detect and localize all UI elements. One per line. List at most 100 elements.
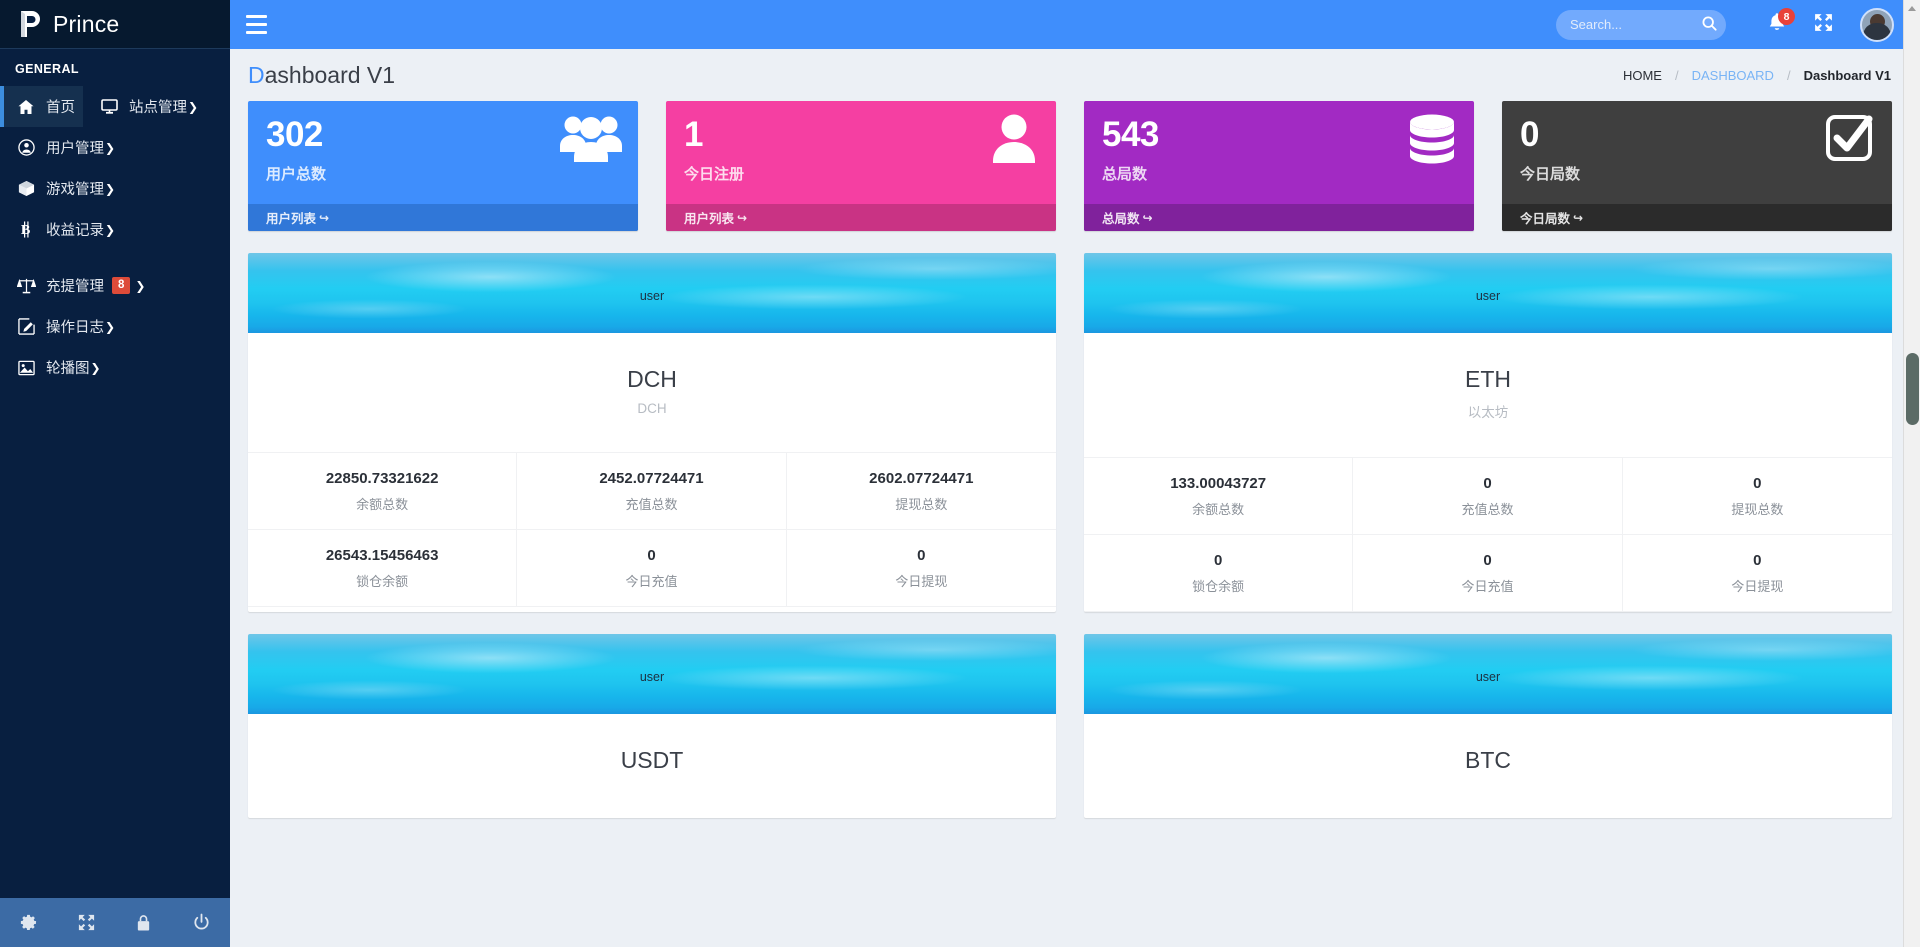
coin-banner-label: user <box>639 289 665 303</box>
coin-stat-label: 锁仓余额 <box>356 574 409 589</box>
search-input[interactable] <box>1556 9 1726 40</box>
stat-card-footer-link[interactable]: 今日局数 ↪ <box>1502 204 1892 231</box>
scroll-up-arrow[interactable] <box>1904 0 1920 17</box>
sidebar-item-revenue-records[interactable]: B 收益记录 ❯ <box>0 209 123 250</box>
coin-stat-cell: 0 今日充值 <box>1353 535 1623 612</box>
stat-card-footer-link[interactable]: 总局数 ↪ <box>1084 204 1474 231</box>
header-right-tools: 8 <box>1556 0 1920 49</box>
fullscreen-toggle-button[interactable] <box>1800 0 1846 49</box>
coin-stat-value: 0 <box>1753 552 1762 569</box>
stat-card-footer-link[interactable]: 用户列表 ↪ <box>248 204 638 231</box>
coin-cards-row-2: user USDT user BTC <box>230 612 1920 818</box>
sidebar-item-label: 操作日志 <box>46 320 104 336</box>
coin-stat-cell: 0 充值总数 <box>1353 458 1623 535</box>
coin-stat-cell: 0 今日提现 <box>786 530 1056 607</box>
breadcrumb-separator: / <box>1674 67 1679 83</box>
sidebar-item-carousel[interactable]: 轮播图 ❯ <box>0 347 109 388</box>
sidebar-item-game-management[interactable]: 游戏管理 ❯ <box>0 168 123 209</box>
user-circle-icon <box>15 139 37 156</box>
svg-text:B: B <box>20 222 30 238</box>
sidebar-item-user-management[interactable]: 用户管理 ❯ <box>0 127 123 168</box>
coin-stat-label: 提现总数 <box>895 497 948 512</box>
coin-card-dch: user DCH DCH 22850.73321622 余额总数 2452.07… <box>248 253 1056 612</box>
sidebar-item-site-management[interactable]: 站点管理 ❯ <box>83 86 206 127</box>
coin-stat-cell: 2602.07724471 提现总数 <box>786 453 1056 530</box>
stat-card-today-rounds[interactable]: 0 今日局数 今日局数 ↪ <box>1502 101 1892 231</box>
coin-card-eth: user ETH 以太坊 133.00043727 余额总数 0 充值总数 0 … <box>1084 253 1892 612</box>
gear-icon[interactable] <box>0 898 58 947</box>
coin-banner-label: user <box>1475 289 1501 303</box>
coin-stat-value: 0 <box>1753 475 1762 492</box>
breadcrumb-item-home[interactable]: HOME <box>1622 68 1663 83</box>
stat-card-footer-link[interactable]: 用户列表 ↪ <box>666 204 1056 231</box>
arrow-link-icon: ↪ <box>1573 210 1584 225</box>
main-content: Dashboard V1 HOME / DASHBOARD / Dashboar… <box>230 49 1920 947</box>
sidebar-item-label: 游戏管理 <box>46 182 104 198</box>
lock-icon[interactable] <box>115 898 173 947</box>
chevron-right-icon: ❯ <box>135 278 146 293</box>
stat-value: 0 <box>1520 115 1539 154</box>
coin-stat-label: 余额总数 <box>1192 502 1245 517</box>
stat-card-today-registrations[interactable]: 1 今日注册 用户列表 ↪ <box>666 101 1056 231</box>
power-off-icon[interactable] <box>173 898 231 947</box>
sidebar-item-label: 轮播图 <box>46 361 90 377</box>
breadcrumb-item-dashboard[interactable]: DASHBOARD <box>1691 68 1775 83</box>
sidebar-badge: 8 <box>112 276 131 295</box>
coin-subtitle: DCH <box>637 401 667 416</box>
check-square-icon <box>1824 113 1876 163</box>
page-scrollbar[interactable] <box>1903 0 1920 947</box>
coin-stat-value: 133.00043727 <box>1170 475 1267 492</box>
coin-stats-grid: 133.00043727 余额总数 0 充值总数 0 提现总数 0 锁仓余额 0 <box>1084 457 1892 612</box>
coin-stat-cell: 22850.73321622 余额总数 <box>248 453 518 530</box>
scrollbar-thumb[interactable] <box>1906 353 1919 425</box>
stat-value: 543 <box>1102 115 1159 154</box>
avatar-body <box>1863 22 1891 40</box>
coin-stat-cell: 0 今日提现 <box>1622 535 1892 612</box>
coin-subtitle: 以太坊 <box>1467 405 1509 420</box>
sidebar-section-label: GENERAL <box>15 62 79 76</box>
notification-badge: 8 <box>1778 8 1795 25</box>
coin-stat-label: 提现总数 <box>1731 502 1784 517</box>
coin-stat-label: 今日提现 <box>1731 579 1784 594</box>
expand-arrows-icon[interactable] <box>58 898 116 947</box>
edit-square-icon <box>15 318 37 335</box>
sidebar-item-operation-log[interactable]: 操作日志 ❯ <box>0 306 123 347</box>
page-title: Dashboard V1 <box>248 62 395 89</box>
sidebar-nav-row: 轮播图 ❯ <box>0 347 230 388</box>
coin-subtitle <box>1084 774 1892 818</box>
coin-stat-cell: 133.00043727 余额总数 <box>1084 458 1354 535</box>
brand-header[interactable]: Prince <box>0 0 230 49</box>
coin-stat-value: 2452.07724471 <box>599 470 704 487</box>
coin-stat-label: 今日充值 <box>1461 579 1514 594</box>
coin-stat-cell: 26543.15456463 锁仓余额 <box>248 530 518 607</box>
coin-stat-value: 22850.73321622 <box>325 470 439 487</box>
chevron-right-icon: ❯ <box>105 319 116 334</box>
coin-card-btc: user BTC <box>1084 634 1892 818</box>
stat-label: 今日注册 <box>684 166 745 183</box>
image-icon <box>15 360 37 376</box>
user-avatar[interactable] <box>1860 7 1894 42</box>
stat-card-total-rounds[interactable]: 543 总局数 总局数 ↪ <box>1084 101 1474 231</box>
sidebar-item-deposit-withdraw[interactable]: 充提管理 8 ❯ <box>0 265 153 306</box>
sidebar: Prince GENERAL 首页 站点管理 ❯ 用户管理 ❯ 游戏管理 ❯ B… <box>0 0 230 947</box>
prince-logo-icon <box>18 9 44 39</box>
monitor-icon <box>98 99 120 114</box>
sidebar-item-label: 充提管理 <box>46 279 104 295</box>
sidebar-nav-row: 游戏管理 ❯ <box>0 168 230 209</box>
search-icon[interactable] <box>1702 16 1717 31</box>
arrow-link-icon: ↪ <box>737 210 748 225</box>
stat-card-body: 302 用户总数 <box>248 101 638 204</box>
hamburger-icon[interactable] <box>230 0 282 49</box>
stat-label: 今日局数 <box>1520 166 1581 183</box>
notifications-bell-button[interactable]: 8 <box>1754 0 1800 49</box>
sidebar-item-home[interactable]: 首页 <box>0 86 83 127</box>
coin-stat-value: 26543.15456463 <box>325 547 439 564</box>
coin-stat-value: 0 <box>1213 552 1223 569</box>
coin-stats-grid: 22850.73321622 余额总数 2452.07724471 充值总数 2… <box>248 452 1056 607</box>
stat-card-total-users[interactable]: 302 用户总数 用户列表 ↪ <box>248 101 638 231</box>
coin-stat-label: 今日提现 <box>895 574 948 589</box>
coin-stat-value: 0 <box>1483 475 1492 492</box>
sidebar-item-label: 用户管理 <box>46 141 104 157</box>
chevron-right-icon: ❯ <box>188 99 199 114</box>
coin-stat-value: 0 <box>1483 552 1492 569</box>
